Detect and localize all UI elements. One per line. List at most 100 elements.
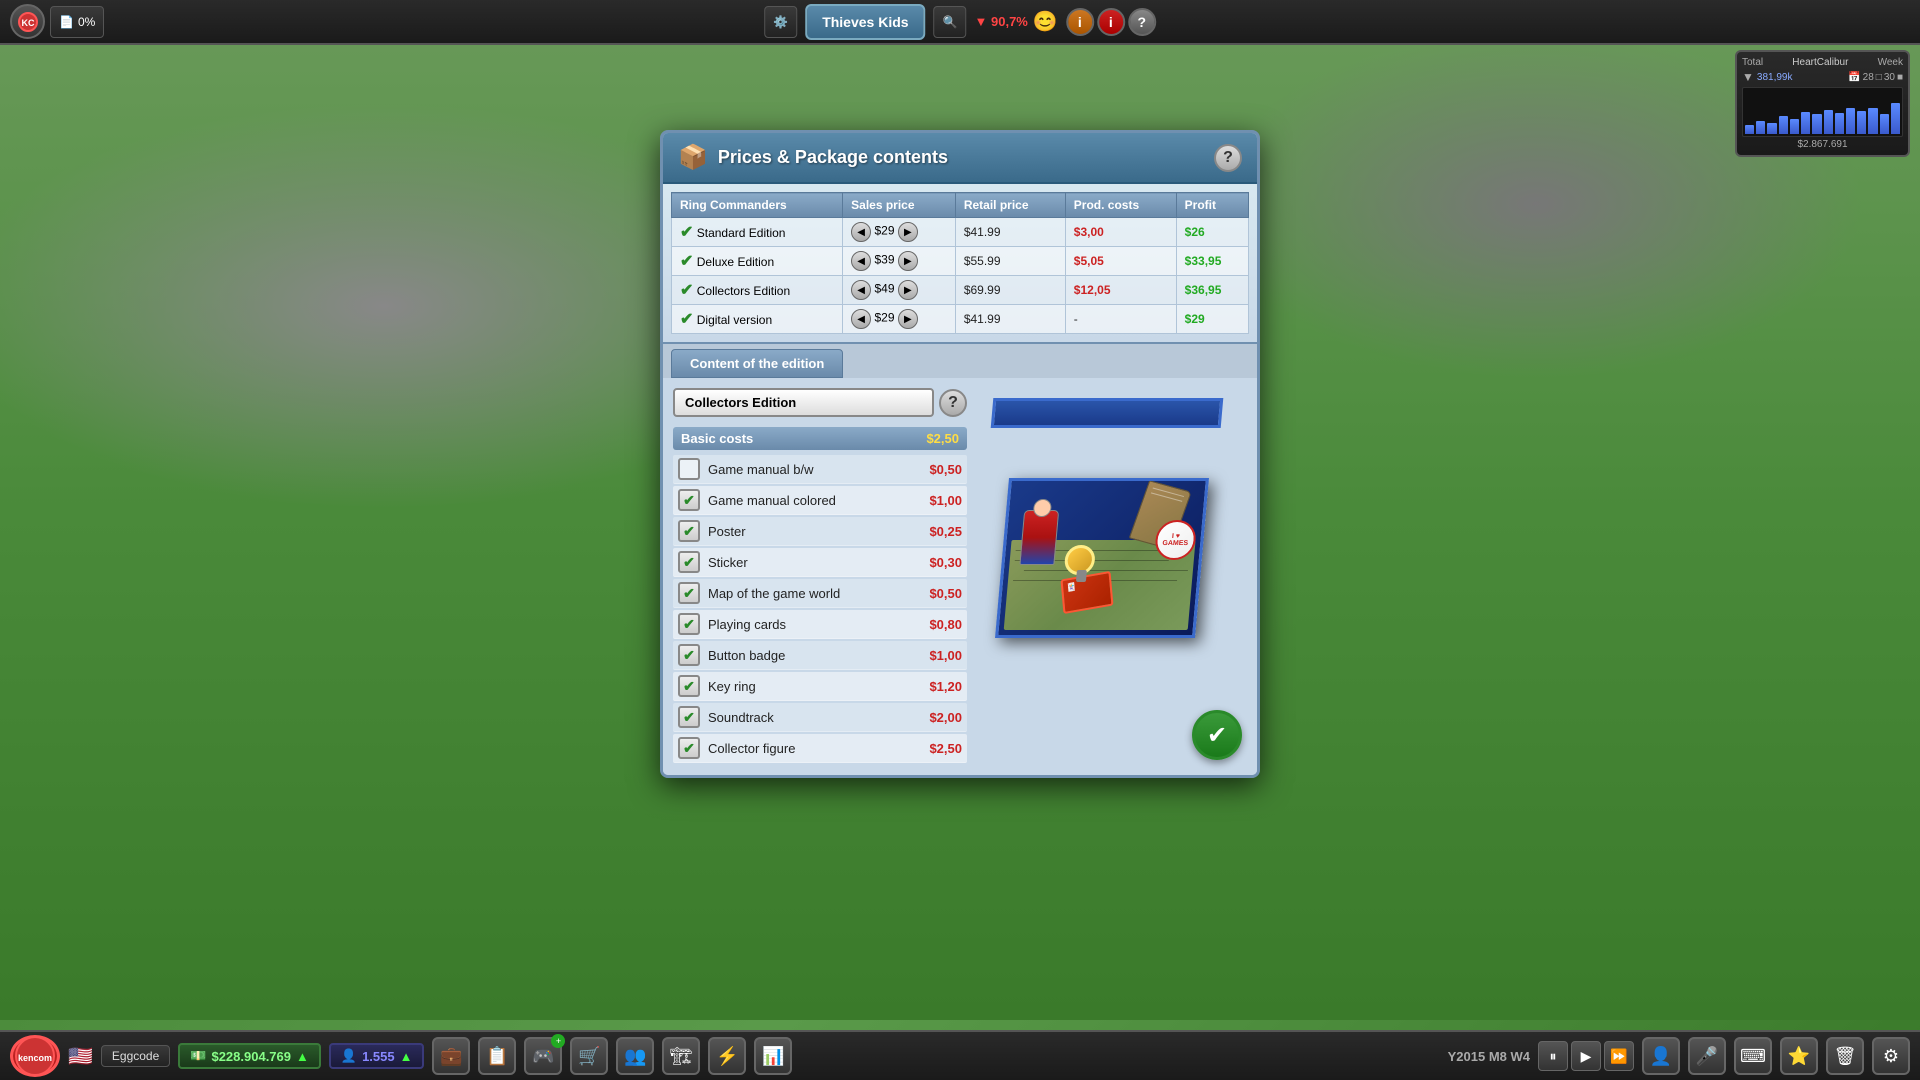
trash-btn[interactable]: 🗑 [1826, 1037, 1864, 1075]
item-checkbox[interactable]: ✔ [678, 551, 700, 573]
widget-week-label: Week [1878, 57, 1903, 68]
item-checkbox[interactable]: ✔ [678, 675, 700, 697]
widget-count4: ■ [1897, 72, 1903, 83]
item-checkbox[interactable]: ✔ [678, 489, 700, 511]
money-value: $228.904.769 [211, 1049, 291, 1064]
price-increase-btn[interactable]: ▶ [898, 251, 918, 271]
basic-costs-value: $2,50 [926, 431, 959, 446]
check-icon[interactable]: ✔ [680, 224, 693, 241]
edition-name: Deluxe Edition [697, 255, 774, 269]
gamepad-btn[interactable]: 🎮 + [524, 1037, 562, 1075]
workers-trend-icon: ▲ [400, 1049, 413, 1064]
retail-price-cell: $69.99 [955, 276, 1065, 305]
people-btn[interactable]: 👥 [616, 1037, 654, 1075]
search-icon-box[interactable]: 🔍 [934, 6, 967, 38]
info-icon-2[interactable]: i [1097, 8, 1125, 36]
power-btn[interactable]: ⚡ [708, 1037, 746, 1075]
chart-bar [1745, 125, 1754, 134]
confirm-btn[interactable]: ✔ [1192, 710, 1242, 760]
retail-price-cell: $55.99 [955, 247, 1065, 276]
edition-dropdown[interactable]: Collectors Edition Standard Edition Delu… [673, 388, 934, 417]
modal-help-btn[interactable]: ? [1214, 144, 1242, 172]
suitcase-btn[interactable]: 💼 [432, 1037, 470, 1075]
sales-price-cell: ◀ $39 ▶ [843, 247, 956, 276]
chart-bar [1857, 111, 1866, 134]
happiness-icon: 😊 [1033, 9, 1058, 34]
checkmark-icon: ✔ [683, 709, 695, 726]
item-name: Map of the game world [708, 586, 929, 601]
chart-bar [1756, 121, 1765, 134]
check-icon[interactable]: ✔ [680, 282, 693, 299]
profile-btn[interactable]: 👤 [1642, 1037, 1680, 1075]
chart-bar [1846, 108, 1855, 134]
info-icon-3[interactable]: ? [1128, 8, 1156, 36]
trash-icon: 🗑 [1834, 1046, 1857, 1067]
item-checkbox[interactable]: ✔ [678, 737, 700, 759]
item-price: $0,30 [929, 555, 962, 570]
chart-btn[interactable]: 📊 [754, 1037, 792, 1075]
price-decrease-btn[interactable]: ◀ [851, 309, 871, 329]
content-body: Collectors Edition Standard Edition Delu… [663, 378, 1257, 775]
price-decrease-btn[interactable]: ◀ [851, 222, 871, 242]
item-checkbox[interactable]: ✔ [678, 613, 700, 635]
info-icon-1[interactable]: i [1066, 8, 1094, 36]
content-left: Collectors Edition Standard Edition Delu… [673, 388, 967, 765]
editions-table-section: Ring Commanders Sales price Retail price… [663, 184, 1257, 342]
main-menu-btn[interactable]: KC [10, 4, 45, 39]
rating-bar: ▼ 90,7% 😊 [975, 9, 1058, 34]
top-bar: KC 📄 0% ⚙️ Thieves Kids 🔍 ▼ 90,7% 😊 i i … [0, 0, 1920, 45]
content-help-btn[interactable]: ? [939, 389, 967, 417]
item-name: Collector figure [708, 741, 929, 756]
suitcase-icon: 💼 [440, 1046, 462, 1067]
sales-price: $29 [874, 224, 897, 238]
star-btn[interactable]: ⭐ [1780, 1037, 1818, 1075]
svg-text:KC: KC [21, 18, 34, 28]
list-item: ✔ Sticker $0,30 [673, 548, 967, 577]
price-increase-btn[interactable]: ▶ [898, 222, 918, 242]
info-icons: i i ? [1066, 8, 1156, 36]
price-increase-btn[interactable]: ▶ [898, 280, 918, 300]
fast-forward-btn[interactable]: ⏩ [1604, 1041, 1634, 1071]
item-name: Playing cards [708, 617, 929, 632]
item-checkbox[interactable]: ✔ [678, 706, 700, 728]
item-checkbox[interactable] [678, 458, 700, 480]
profit-cell: $36,95 [1176, 276, 1248, 305]
mic-btn[interactable]: 🎤 [1688, 1037, 1726, 1075]
office-btn[interactable]: 🏗 [662, 1037, 700, 1075]
clipboard-btn[interactable]: 📋 [478, 1037, 516, 1075]
widget-bottom-value: $2.867.691 [1797, 139, 1847, 150]
item-checkbox[interactable]: ✔ [678, 582, 700, 604]
pause-btn[interactable]: ⏸ [1538, 1041, 1568, 1071]
widget-count1: 28 [1863, 72, 1874, 83]
list-item: ✔ Collector figure $2,50 [673, 734, 967, 763]
editions-table: Ring Commanders Sales price Retail price… [671, 192, 1249, 334]
check-icon[interactable]: ✔ [680, 311, 693, 328]
sales-price-cell: ◀ $49 ▶ [843, 276, 956, 305]
checkmark-icon: ✔ [683, 523, 695, 540]
edition-name-cell: ✔ Standard Edition [672, 218, 843, 247]
price-increase-btn[interactable]: ▶ [898, 309, 918, 329]
checkmark-icon: ✔ [683, 554, 695, 571]
item-checkbox[interactable]: ✔ [678, 520, 700, 542]
stats-chart [1742, 87, 1903, 137]
keyboard-btn[interactable]: ⌨ [1734, 1037, 1772, 1075]
content-tab[interactable]: Content of the edition [671, 349, 843, 378]
star-icon: ⭐ [1788, 1046, 1810, 1067]
gear-icon: ⚙️ [773, 15, 788, 29]
item-checkbox[interactable]: ✔ [678, 644, 700, 666]
workers-icon: 👤 [341, 1048, 357, 1064]
check-icon[interactable]: ✔ [680, 253, 693, 270]
price-decrease-btn[interactable]: ◀ [851, 251, 871, 271]
company-logo-btn[interactable]: kencom [10, 1035, 60, 1077]
play-btn[interactable]: ▶ [1571, 1041, 1601, 1071]
player-name: Eggcode [101, 1045, 170, 1067]
col-prod-costs: Prod. costs [1065, 193, 1176, 218]
price-decrease-btn[interactable]: ◀ [851, 280, 871, 300]
checkmark-icon: ✔ [683, 585, 695, 602]
svg-text:kencom: kencom [18, 1053, 52, 1063]
item-price: $2,50 [929, 741, 962, 756]
office-icon: 🏗 [670, 1046, 693, 1067]
gear-icon-box[interactable]: ⚙️ [764, 6, 797, 38]
shop-btn[interactable]: 🛒 [570, 1037, 608, 1075]
settings-btn[interactable]: ⚙ [1872, 1037, 1910, 1075]
